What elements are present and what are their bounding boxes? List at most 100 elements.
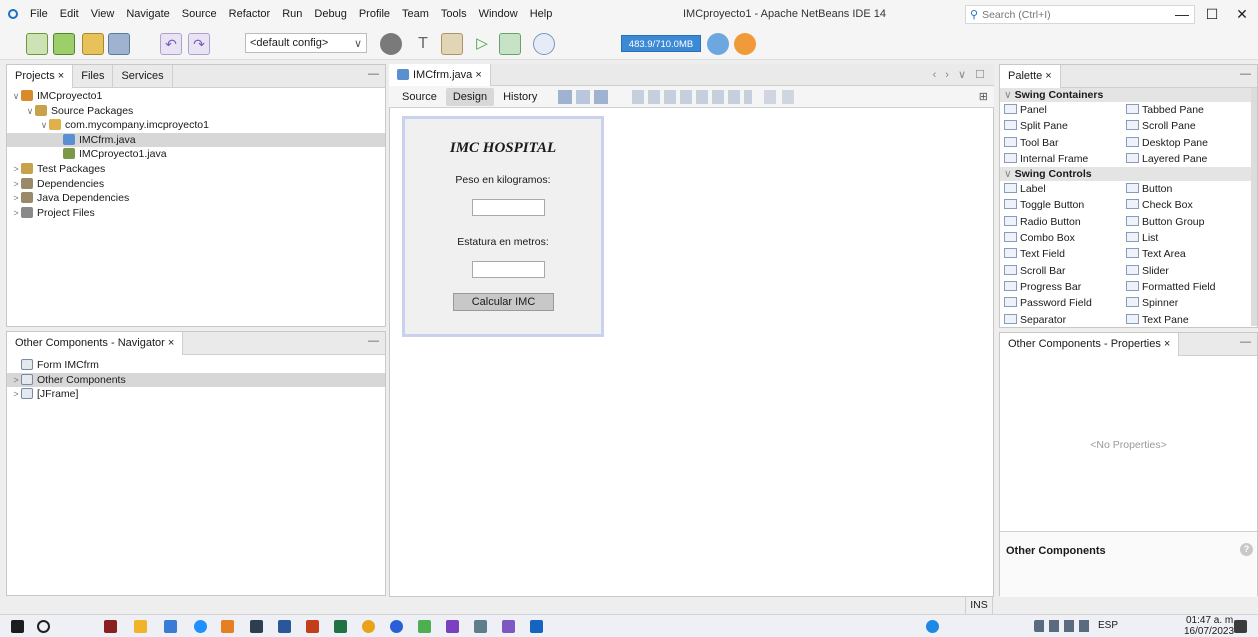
menu-refactor[interactable]: Refactor — [223, 0, 277, 28]
new-project-icon[interactable] — [53, 33, 75, 55]
palette-item-label[interactable]: Label — [1000, 181, 1122, 197]
tab-projects[interactable]: Projects × — [7, 64, 74, 88]
menu-help[interactable]: Help — [524, 0, 559, 28]
tree-item[interactable]: > Java Dependencies — [7, 191, 385, 206]
palette-item-split-pane[interactable]: Split Pane — [1000, 118, 1122, 134]
visual-studio-code-icon[interactable] — [446, 620, 459, 633]
rr-app-icon[interactable] — [104, 620, 117, 633]
tree-item[interactable]: > Project Files — [7, 206, 385, 221]
undo-icon[interactable]: ↶ — [160, 33, 182, 55]
debug-icon[interactable] — [499, 33, 521, 55]
menu-navigate[interactable]: Navigate — [120, 0, 175, 28]
menu-edit[interactable]: Edit — [54, 0, 85, 28]
design-tools-icon[interactable] — [558, 89, 619, 104]
minimize-window-button[interactable]: — — [1167, 2, 1197, 26]
app-icon[interactable] — [418, 620, 431, 633]
tab-navigator[interactable]: Other Components - Navigator × — [7, 331, 184, 355]
palette-item-scroll-bar[interactable]: Scroll Bar — [1000, 263, 1122, 279]
profile-icon[interactable] — [533, 33, 555, 55]
jframe-form-preview[interactable]: IMC HOSPITAL Peso en kilogramos: Estatur… — [402, 116, 604, 337]
menu-profile[interactable]: Profile — [353, 0, 396, 28]
zoom-icon[interactable] — [390, 620, 403, 633]
menu-run[interactable]: Run — [276, 0, 308, 28]
palette-item-formatted-field[interactable]: Formatted Field — [1122, 279, 1244, 295]
language-indicator[interactable]: ESP — [1098, 620, 1118, 631]
tree-toggle-icon[interactable]: > — [11, 206, 21, 221]
menu-window[interactable]: Window — [473, 0, 524, 28]
clock-date[interactable]: 16/07/2023 — [1184, 626, 1234, 637]
tree-toggle-icon[interactable]: ∨ — [11, 89, 21, 104]
netbeans-taskbar-icon[interactable] — [530, 620, 543, 633]
powerpoint-icon[interactable] — [306, 620, 319, 633]
search-icon[interactable] — [37, 620, 50, 633]
run-icon[interactable]: ▷ — [471, 33, 493, 55]
menu-file[interactable]: File — [24, 0, 54, 28]
store-icon[interactable] — [164, 620, 177, 633]
palette-section-header[interactable]: ∨ Swing Controls — [1000, 167, 1251, 182]
redo-icon[interactable]: ↷ — [188, 33, 210, 55]
alignment-tools-icon[interactable] — [632, 89, 753, 104]
maximize-window-button[interactable]: ☐ — [1197, 2, 1227, 26]
palette-item-progress-bar[interactable]: Progress Bar — [1000, 279, 1122, 295]
tree-item[interactable]: ∨ IMCproyecto1 — [7, 89, 385, 104]
system-tray-icons[interactable] — [1034, 620, 1094, 632]
palette-item-list[interactable]: List — [1122, 230, 1244, 246]
tab-files[interactable]: Files — [73, 64, 114, 88]
word-icon[interactable] — [278, 620, 291, 633]
chrome-icon[interactable] — [362, 620, 375, 633]
tree-toggle-icon[interactable]: ∨ — [25, 104, 35, 119]
palette-section-header[interactable]: ∨ Swing Containers — [1000, 88, 1251, 102]
app-icon-2[interactable] — [474, 620, 487, 633]
tab-imcfrm-java[interactable]: IMCfrm.java × — [389, 64, 491, 86]
gc-icon[interactable] — [707, 33, 729, 55]
menu-source[interactable]: Source — [176, 0, 223, 28]
estatura-label[interactable]: Estatura en metros: — [405, 236, 601, 248]
calcular-imc-button[interactable]: Calcular IMC — [453, 293, 554, 311]
tab-history[interactable]: History — [496, 88, 544, 106]
close-window-button[interactable]: ✕ — [1227, 2, 1257, 26]
memory-indicator[interactable]: 483.9/710.0MB — [621, 35, 701, 52]
tree-toggle-icon[interactable]: > — [11, 177, 21, 192]
menu-view[interactable]: View — [85, 0, 121, 28]
palette-item-spinner[interactable]: Spinner — [1122, 295, 1244, 311]
palette-item-panel[interactable]: Panel — [1000, 102, 1122, 118]
resize-tools-icon[interactable] — [764, 89, 799, 104]
tab-source[interactable]: Source — [395, 88, 444, 106]
search-input[interactable]: ⚲ Search (Ctrl+I) — [965, 5, 1195, 24]
tree-toggle-icon[interactable]: > — [11, 162, 21, 177]
tree-toggle-icon[interactable]: > — [11, 191, 21, 206]
tab-properties[interactable]: Other Components - Properties × — [1000, 332, 1180, 356]
palette-item-text-pane[interactable]: Text Pane — [1122, 312, 1244, 326]
navigator-item[interactable]: Form IMCfrm — [7, 358, 385, 373]
palette-item-button-group[interactable]: Button Group — [1122, 214, 1244, 230]
palette-item-desktop-pane[interactable]: Desktop Pane — [1122, 135, 1244, 151]
palette-item-separator[interactable]: Separator — [1000, 312, 1122, 326]
palette-item-tabbed-pane[interactable]: Tabbed Pane — [1122, 102, 1244, 118]
form-title-label[interactable]: IMC HOSPITAL — [405, 140, 601, 157]
windows-start-icon[interactable] — [11, 620, 24, 633]
palette-item-toggle-button[interactable]: Toggle Button — [1000, 197, 1122, 213]
palette-item-combo-box[interactable]: Combo Box — [1000, 230, 1122, 246]
editor-nav-controls[interactable]: ‹ › ∨ ☐ — [933, 64, 988, 86]
notebook-icon[interactable] — [250, 620, 263, 633]
save-all-icon[interactable] — [108, 33, 130, 55]
hammer-icon[interactable]: T — [412, 33, 434, 55]
expand-icon[interactable]: ⊞ — [979, 90, 988, 103]
minimize-panel-button[interactable]: — — [1240, 68, 1251, 80]
menu-debug[interactable]: Debug — [308, 0, 352, 28]
config-select[interactable]: <default config> ∨ — [245, 33, 367, 53]
peso-text-field[interactable] — [472, 199, 545, 216]
palette-item-internal-frame[interactable]: Internal Frame — [1000, 151, 1122, 167]
notifications-icon[interactable] — [1234, 620, 1247, 633]
palette-item-tool-bar[interactable]: Tool Bar — [1000, 135, 1122, 151]
help-tray-icon[interactable] — [926, 620, 939, 633]
palette-item-text-field[interactable]: Text Field — [1000, 246, 1122, 262]
vlc-icon[interactable] — [221, 620, 234, 633]
tree-item[interactable]: > Test Packages — [7, 162, 385, 177]
tree-item[interactable]: ∨ Source Packages — [7, 104, 385, 119]
palette-item-radio-button[interactable]: Radio Button — [1000, 214, 1122, 230]
palette-item-layered-pane[interactable]: Layered Pane — [1122, 151, 1244, 167]
excel-icon[interactable] — [334, 620, 347, 633]
menu-tools[interactable]: Tools — [435, 0, 473, 28]
tree-toggle-icon[interactable]: > — [11, 387, 21, 402]
